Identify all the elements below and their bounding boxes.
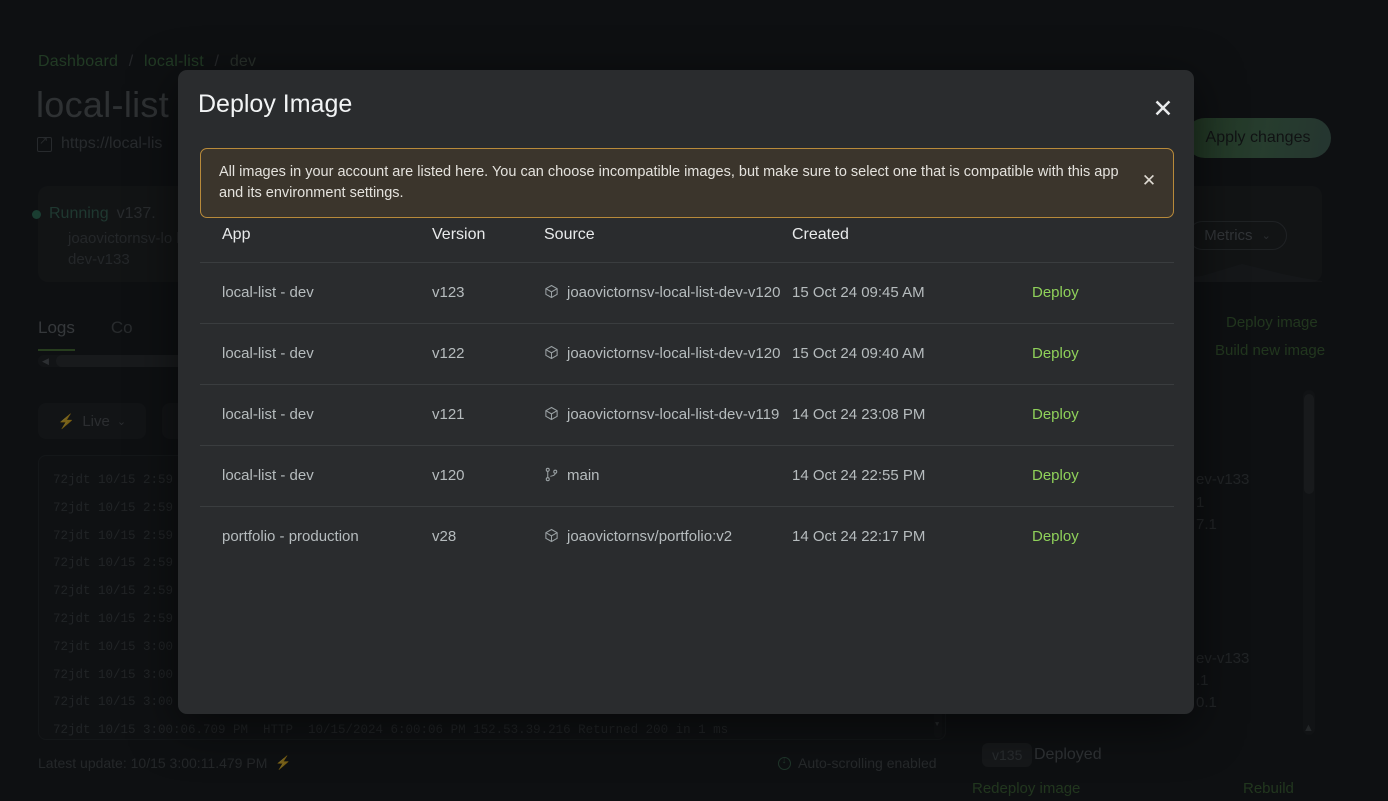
table-row: local-list - dev v121 joaovictornsv-loca… [200,385,1174,446]
deploy-button[interactable]: Deploy [1032,345,1079,362]
images-table-head: App Version Source Created [200,216,1174,263]
deploy-button[interactable]: Deploy [1032,406,1079,423]
info-alert-text: All images in your account are listed he… [219,164,1119,201]
cell-app: local-list - dev [200,263,432,324]
cell-source: joaovictornsv-local-list-dev-v120 [544,263,792,324]
cell-version: v123 [432,263,544,324]
cell-created: 14 Oct 24 22:17 PM [792,507,1032,568]
close-icon[interactable]: ✕ [1146,92,1180,126]
table-row: local-list - dev v123 joaovictornsv-loca… [200,263,1174,324]
cell-version: v121 [432,385,544,446]
cell-source-text: joaovictornsv-local-list-dev-v120 [567,281,780,305]
deploy-image-modal: Deploy Image ✕ All images in your accoun… [178,70,1194,714]
cell-app: local-list - dev [200,446,432,507]
column-header-version: Version [432,216,544,263]
cell-source: joaovictornsv/portfolio:v2 [544,507,792,568]
box-icon [544,406,559,421]
app-root: Dashboard / local-list / dev local-list … [0,0,1388,801]
box-icon [544,528,559,543]
cell-created: 15 Oct 24 09:45 AM [792,263,1032,324]
cell-version: v122 [432,324,544,385]
cell-created: 14 Oct 24 23:08 PM [792,385,1032,446]
cell-source: main [544,446,792,507]
git-branch-icon [544,467,559,482]
table-row: portfolio - production v28 joaovictornsv… [200,507,1174,568]
cell-source: joaovictornsv-local-list-dev-v119 [544,385,792,446]
box-icon [544,345,559,360]
deploy-button[interactable]: Deploy [1032,284,1079,301]
box-icon [544,284,559,299]
cell-created: 14 Oct 24 22:55 PM [792,446,1032,507]
table-row: local-list - dev v122 joaovictornsv-loca… [200,324,1174,385]
images-table-body: local-list - dev v123 joaovictornsv-loca… [200,263,1174,568]
cell-source-text: joaovictornsv-local-list-dev-v120 [567,342,780,366]
column-header-app: App [200,216,432,263]
modal-title: Deploy Image [198,90,352,119]
cell-version: v120 [432,446,544,507]
column-header-created: Created [792,216,1032,263]
table-row: local-list - dev v120 main 14 Oct 24 22:… [200,446,1174,507]
cell-app: portfolio - production [200,507,432,568]
cell-source: joaovictornsv-local-list-dev-v120 [544,324,792,385]
cell-app: local-list - dev [200,385,432,446]
cell-version: v28 [432,507,544,568]
column-header-source: Source [544,216,792,263]
images-table: App Version Source Created local-list - … [200,216,1174,567]
cell-source-text: joaovictornsv-local-list-dev-v119 [567,403,779,427]
cell-app: local-list - dev [200,324,432,385]
cell-created: 15 Oct 24 09:40 AM [792,324,1032,385]
deploy-button[interactable]: Deploy [1032,467,1079,484]
info-alert: All images in your account are listed he… [200,148,1174,218]
cell-source-text: joaovictornsv/portfolio:v2 [567,525,732,549]
cell-source-text: main [567,464,600,488]
table-header-row: App Version Source Created [200,216,1174,263]
alert-close-icon[interactable]: ✕ [1135,166,1163,194]
deploy-button[interactable]: Deploy [1032,528,1079,545]
column-header-actions [1032,216,1174,263]
